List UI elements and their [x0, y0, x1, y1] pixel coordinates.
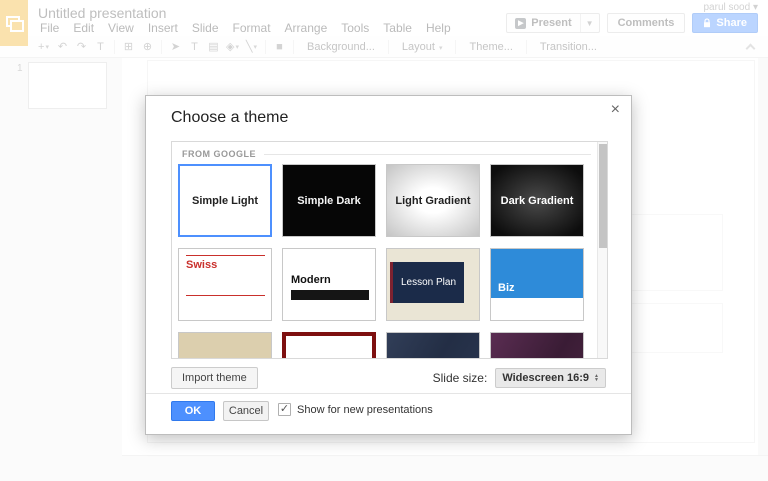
scrollbar[interactable] — [597, 142, 607, 358]
close-icon[interactable]: × — [611, 102, 620, 118]
import-theme-button[interactable]: Import theme — [171, 367, 258, 389]
theme-card-label: Modern — [291, 274, 331, 286]
theme-card-label: Simple Light — [180, 166, 270, 235]
theme-card-red-border[interactable] — [282, 332, 376, 359]
theme-card-label: Simple Dark — [283, 165, 375, 236]
modern-bar — [291, 290, 369, 300]
theme-card-lesson-plan[interactable]: Lesson Plan — [386, 248, 480, 321]
show-checkbox[interactable]: ✓ — [278, 403, 291, 416]
theme-card-modern[interactable]: Modern — [282, 248, 376, 321]
theme-card-light-gradient[interactable]: Light Gradient — [386, 164, 480, 237]
theme-card-dark-gradient[interactable]: Dark Gradient — [490, 164, 584, 237]
section-label: FROM GOOGLE — [182, 149, 256, 159]
theme-grid: Simple LightSimple DarkLight GradientDar… — [172, 142, 607, 358]
theme-card-label: Swiss — [186, 259, 217, 271]
updown-arrows-icon: ▲▼ — [594, 374, 599, 382]
theme-card-biz[interactable]: Biz — [490, 248, 584, 321]
theme-card-plum[interactable] — [490, 332, 584, 359]
cancel-button[interactable]: Cancel — [223, 401, 269, 421]
dialog-title: Choose a theme — [171, 109, 288, 127]
theme-card-tan[interactable] — [178, 332, 272, 359]
theme-card-label: Lesson Plan — [401, 277, 456, 288]
checkbox-row: ✓ Show for new presentations — [278, 403, 433, 416]
footer-divider — [146, 393, 631, 394]
theme-card-simple-light[interactable]: Simple Light — [178, 164, 272, 237]
scrollbar-thumb[interactable] — [599, 144, 607, 248]
theme-card-dark-navy[interactable] — [386, 332, 480, 359]
checkbox-label: Show for new presentations — [297, 404, 433, 416]
lesson-plan-box: Lesson Plan — [390, 262, 464, 303]
theme-list: FROM GOOGLE Simple LightSimple DarkLight… — [171, 141, 608, 359]
theme-card-label: Dark Gradient — [491, 165, 583, 236]
slide-size-label: Slide size: — [433, 371, 488, 385]
slide-size-row: Slide size: Widescreen 16:9 ▲▼ — [433, 368, 606, 388]
ok-button[interactable]: OK — [171, 401, 215, 421]
biz-rect: Biz — [491, 249, 583, 298]
slide-size-select[interactable]: Widescreen 16:9 ▲▼ — [495, 368, 606, 388]
theme-card-swiss[interactable]: Swiss — [178, 248, 272, 321]
google-slides-app: Untitled presentation FileEditViewInsert… — [0, 0, 768, 481]
choose-theme-dialog: × Choose a theme FROM GOOGLE Simple Ligh… — [145, 95, 632, 435]
section-rule — [264, 154, 591, 155]
theme-card-label: Light Gradient — [387, 165, 479, 236]
theme-card-simple-dark[interactable]: Simple Dark — [282, 164, 376, 237]
theme-card-label: Biz — [498, 282, 515, 294]
listbox-head: FROM GOOGLE — [182, 149, 591, 159]
